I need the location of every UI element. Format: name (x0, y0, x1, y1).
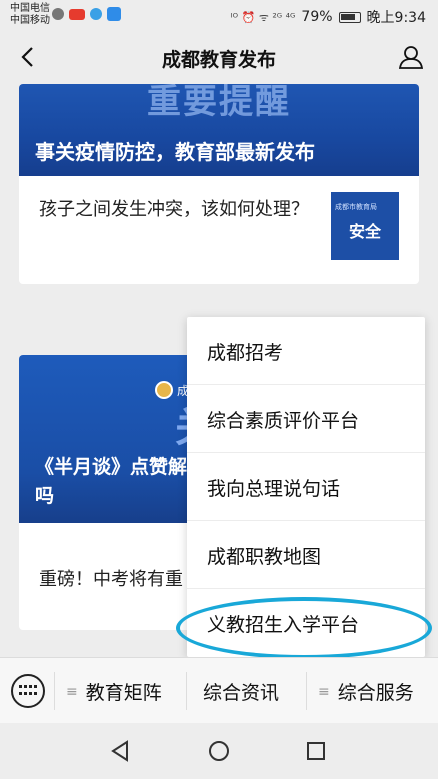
menu-item-label: 成都招考 (207, 342, 284, 364)
carrier-line1: 中国电信 (10, 3, 50, 14)
status-right: ᴵᴼ ⏰ ᯤ ²ᴳ ⁴ᴳ 79% 晚上9:34 (231, 7, 426, 27)
tab-general-news[interactable]: 综合资讯 (203, 678, 279, 705)
system-navigation-bar (0, 723, 438, 779)
banner-caption: 事关疫情防控，教育部最新发布 (35, 140, 315, 164)
clock: 晚上9:34 (366, 10, 426, 26)
qq-icon (52, 8, 64, 20)
keyboard-toggle-button[interactable] (11, 674, 45, 708)
nav-recents-button[interactable] (302, 737, 330, 765)
carrier-line2: 中国移动 (10, 15, 50, 26)
menu-item-chengdu-exam[interactable]: 成都招考 (187, 317, 425, 385)
menu-item-vocational-map[interactable]: 成都职教地图 (187, 521, 425, 589)
banner-headline: 重要提醒 (147, 84, 291, 122)
battery-icon (338, 11, 361, 23)
article-banner[interactable]: 重要提醒 事关疫情防控，教育部最新发布 (19, 84, 419, 176)
tab-general-services[interactable]: ≡ 综合服务 (318, 678, 414, 705)
highlight-circle (176, 597, 432, 659)
menu-item-label: 我向总理说句话 (207, 478, 341, 500)
bottom-menu-bar: ≡ 教育矩阵 综合资讯 ≡ 综合服务 (0, 657, 438, 723)
triangle-back-icon (111, 740, 128, 762)
menu-item-message-premier[interactable]: 我向总理说句话 (187, 453, 425, 521)
divider (54, 672, 55, 710)
article-list-item[interactable]: 孩子之间发生冲突，该如何处理？ 成都市教育局 安全 (19, 176, 419, 284)
article-title[interactable]: 重磅！中考将有重 (39, 565, 183, 591)
menu-lines-icon: ≡ (66, 683, 78, 700)
status-bar: 中国电信 中国移动 ᴵᴼ ⏰ ᯤ ²ᴳ ⁴ᴳ 79% 晚上9:34 (0, 0, 438, 32)
thumbnail-title: 安全 (348, 222, 381, 241)
tab-label: 综合资讯 (203, 682, 280, 704)
menu-item-label: 成都职教地图 (207, 546, 322, 568)
banner-caption: 《半月谈》点赞解吗 (35, 456, 188, 507)
nav-back-button[interactable] (106, 737, 134, 765)
page-title: 成都教育发布 (161, 49, 276, 71)
menu-item-quality-evaluation[interactable]: 综合素质评价平台 (187, 385, 425, 453)
browser-icon (90, 8, 102, 20)
title-bar: 成都教育发布 (0, 32, 438, 84)
menu-item-label: 综合素质评价平台 (207, 410, 360, 432)
tab-label: 教育矩阵 (85, 682, 162, 704)
education-bureau-logo (155, 381, 173, 399)
article-thumbnail: 成都市教育局 安全 (331, 192, 399, 260)
profile-button[interactable] (396, 42, 426, 72)
toutiao-icon (69, 8, 85, 20)
tab-education-matrix[interactable]: ≡ 教育矩阵 (66, 678, 162, 705)
article-title: 孩子之间发生冲突，该如何处理？ (39, 199, 309, 220)
article-card[interactable]: 重要提醒 事关疫情防控，教育部最新发布 孩子之间发生冲突，该如何处理？ 成都市教… (19, 84, 419, 284)
keyboard-icon (19, 685, 37, 697)
nav-home-button[interactable] (205, 737, 233, 765)
network-icons: ᴵᴼ ⏰ ᯤ ²ᴳ ⁴ᴳ (230, 10, 296, 24)
circle-home-icon (209, 741, 229, 761)
battery-percent: 79% (301, 9, 333, 25)
square-recents-icon (307, 742, 325, 760)
thumbnail-caption: 成都市教育局 (335, 203, 377, 211)
app-icon (107, 7, 121, 21)
notification-icons (52, 7, 121, 21)
menu-lines-icon: ≡ (318, 683, 330, 700)
person-icon (398, 46, 424, 69)
divider (186, 672, 187, 710)
divider (306, 672, 307, 710)
tab-label: 综合服务 (337, 682, 414, 704)
carrier-info: 中国电信 中国移动 (10, 3, 50, 27)
